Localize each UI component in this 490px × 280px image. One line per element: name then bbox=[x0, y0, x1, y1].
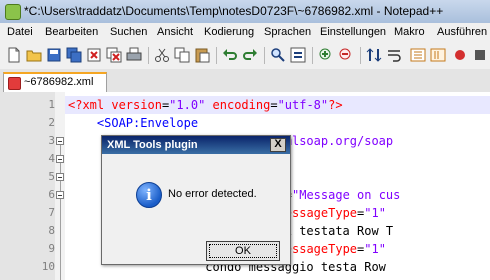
fold-toggle-icon[interactable] bbox=[56, 137, 64, 145]
menu-ausfuehren[interactable]: Ausführen bbox=[437, 26, 487, 38]
code-token: = bbox=[270, 98, 278, 112]
code-token: "1" bbox=[364, 242, 386, 256]
info-icon: i bbox=[136, 182, 162, 208]
print-icon[interactable] bbox=[126, 47, 142, 63]
fold-toggle-icon[interactable] bbox=[56, 173, 64, 181]
fold-toggle-icon[interactable] bbox=[56, 155, 64, 163]
code-line: <?xml version="1.0" encoding="utf-8"?> bbox=[68, 96, 343, 114]
save-icon[interactable] bbox=[46, 47, 62, 63]
close-all-icon[interactable] bbox=[106, 47, 122, 63]
menu-bearbeiten[interactable]: Bearbeiten bbox=[45, 26, 98, 38]
macro-record-icon[interactable] bbox=[452, 47, 468, 63]
fold-toggle-icon[interactable] bbox=[56, 191, 64, 199]
zoom-out-icon[interactable] bbox=[338, 47, 354, 63]
redo-icon[interactable] bbox=[242, 47, 258, 63]
line-number: 7 bbox=[48, 206, 55, 219]
tab-file[interactable]: ~6786982.xml bbox=[3, 72, 107, 92]
code-token: ?> bbox=[328, 98, 343, 112]
tab-label: ~6786982.xml bbox=[24, 76, 94, 88]
menu-einstellungen[interactable]: Einstellungen bbox=[320, 26, 386, 38]
close-file-icon[interactable] bbox=[86, 47, 102, 63]
fold-guide-line bbox=[60, 145, 61, 280]
menu-datei[interactable]: Datei bbox=[7, 26, 33, 38]
toolbar-separator bbox=[264, 47, 265, 64]
ok-button[interactable]: OK bbox=[206, 241, 280, 261]
toolbar-separator bbox=[148, 47, 149, 64]
line-number: 5 bbox=[48, 170, 55, 183]
save-all-icon[interactable] bbox=[66, 47, 82, 63]
sync-scroll-icon[interactable] bbox=[366, 47, 382, 63]
code-token: "1.0" bbox=[169, 98, 206, 112]
code-token: <SOAP:Envelope bbox=[68, 116, 199, 130]
code-token: version bbox=[111, 98, 162, 112]
zoom-in-icon[interactable] bbox=[318, 47, 334, 63]
menu-suchen[interactable]: Suchen bbox=[110, 26, 147, 38]
code-token: <?xml bbox=[68, 98, 112, 112]
line-number: 4 bbox=[48, 152, 55, 165]
replace-icon[interactable] bbox=[290, 47, 306, 63]
wrap-icon[interactable] bbox=[386, 47, 402, 63]
code-line: <SOAP:Envelope bbox=[68, 114, 198, 132]
toolbar-separator bbox=[360, 47, 361, 64]
window-title: *C:\Users\traddatz\Documents\Temp\notesD… bbox=[24, 4, 444, 18]
dialog-title-bar[interactable]: XML Tools plugin X bbox=[102, 136, 290, 154]
copy-icon[interactable] bbox=[174, 47, 190, 63]
menu-makro[interactable]: Makro bbox=[394, 26, 425, 38]
toolbar-separator bbox=[216, 47, 217, 64]
tab-bar: ~6786982.xml bbox=[0, 69, 490, 93]
indent-guide-icon[interactable] bbox=[410, 47, 426, 63]
new-file-icon[interactable] bbox=[6, 47, 22, 63]
menu-kodierung[interactable]: Kodierung bbox=[204, 26, 254, 38]
code-token: encoding bbox=[205, 98, 271, 112]
unsaved-file-icon bbox=[8, 77, 21, 90]
dialog-message: No error detected. bbox=[168, 188, 257, 200]
paste-icon[interactable] bbox=[194, 47, 210, 63]
line-number: 10 bbox=[41, 260, 55, 273]
line-number: 2 bbox=[48, 116, 55, 129]
dialog-close-button[interactable]: X bbox=[270, 138, 286, 152]
line-number: 3 bbox=[48, 134, 55, 147]
dialog-title: XML Tools plugin bbox=[107, 139, 198, 151]
line-number: 1 bbox=[48, 98, 55, 111]
cut-icon[interactable] bbox=[154, 47, 170, 63]
line-number: 6 bbox=[48, 188, 55, 201]
line-number: 8 bbox=[48, 224, 55, 237]
toolbar bbox=[0, 42, 490, 70]
xml-tools-dialog: XML Tools plugin X i No error detected. … bbox=[101, 135, 291, 265]
line-number: 9 bbox=[48, 242, 55, 255]
line-number-gutter: 1 2 3 4 5 6 7 8 9 10 bbox=[0, 92, 56, 280]
macro-stop-icon[interactable] bbox=[472, 47, 488, 63]
toolbar-separator bbox=[312, 47, 313, 64]
menu-sprachen[interactable]: Sprachen bbox=[264, 26, 311, 38]
notepadpp-app-icon bbox=[5, 4, 21, 20]
code-token: "1" bbox=[364, 206, 386, 220]
open-file-icon[interactable] bbox=[26, 47, 42, 63]
undo-icon[interactable] bbox=[222, 47, 238, 63]
all-chars-icon[interactable] bbox=[430, 47, 446, 63]
code-token: "utf-8" bbox=[277, 98, 329, 112]
menu-ansicht[interactable]: Ansicht bbox=[157, 26, 193, 38]
code-token: "Message on cus bbox=[292, 188, 401, 202]
window-title-bar: *C:\Users\traddatz\Documents\Temp\notesD… bbox=[0, 0, 490, 24]
menu-bar: Datei Bearbeiten Suchen Ansicht Kodierun… bbox=[0, 23, 490, 43]
find-icon[interactable] bbox=[270, 47, 286, 63]
